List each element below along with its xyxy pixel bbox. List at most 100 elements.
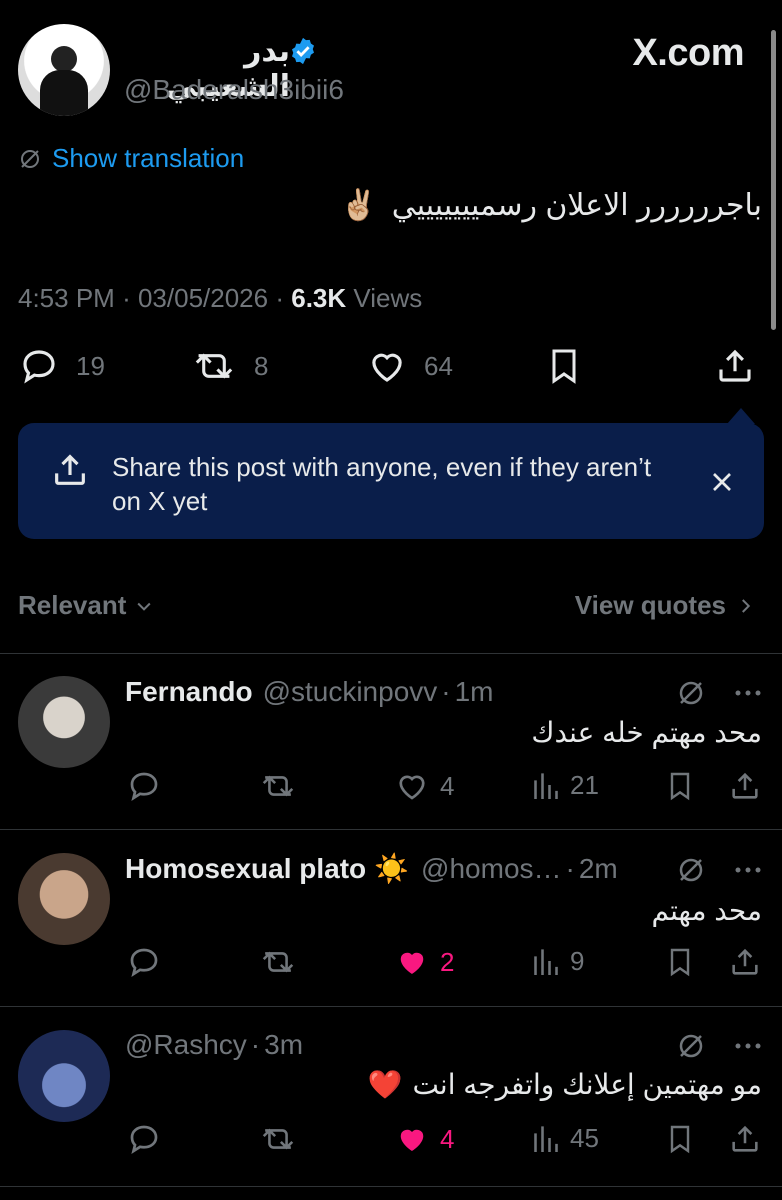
- reply-avatar[interactable]: [18, 1030, 110, 1122]
- tooltip-close-button[interactable]: [706, 466, 738, 498]
- reply-time[interactable]: 1m: [455, 676, 494, 708]
- meta-separator: ·: [275, 283, 285, 313]
- reply-avatar[interactable]: [18, 676, 110, 768]
- bookmark-icon: [664, 944, 696, 980]
- reply-share-button[interactable]: [728, 944, 762, 980]
- views-label: Views: [353, 283, 423, 313]
- views-count: 6.3K: [291, 283, 347, 313]
- translate-icon[interactable]: [676, 855, 706, 885]
- reply-bookmark-button[interactable]: [664, 1121, 696, 1157]
- heart-filled-icon: [394, 1121, 430, 1157]
- bookmark-icon: [544, 345, 584, 387]
- divider: [0, 829, 782, 830]
- reply-bookmark-button[interactable]: [664, 944, 696, 980]
- view-quotes-link[interactable]: View quotes: [575, 590, 754, 621]
- reply-like-button[interactable]: 2: [394, 944, 454, 980]
- reply-button[interactable]: 19: [18, 345, 105, 387]
- bookmark-button[interactable]: [544, 345, 584, 387]
- reply-views[interactable]: 21: [532, 768, 599, 802]
- meta-separator: ·: [122, 283, 131, 313]
- reply-like-count: 4: [440, 1123, 455, 1154]
- repost-button[interactable]: 8: [190, 345, 268, 387]
- meta-separator: ·: [250, 1029, 261, 1060]
- reply-top-icons: [676, 855, 762, 885]
- reply-icon: [126, 944, 162, 980]
- reply-reply-button[interactable]: [126, 944, 162, 980]
- view-quotes-label: View quotes: [574, 590, 726, 620]
- views-icon: [532, 1121, 560, 1155]
- tooltip-arrow: [727, 408, 755, 424]
- victory-hand-emoji: ✌🏼: [340, 189, 378, 222]
- reply-count: 19: [76, 350, 105, 381]
- reply-time[interactable]: 3m: [264, 1029, 303, 1061]
- like-button[interactable]: 64: [366, 345, 453, 387]
- verified-badge-icon: [288, 36, 318, 66]
- bookmark-icon: [664, 1121, 696, 1157]
- reply-repost-button[interactable]: [258, 768, 298, 804]
- reply-text: محد مهتم: [651, 894, 762, 927]
- tweet-date[interactable]: 03/05/2026: [138, 283, 268, 313]
- repost-icon: [190, 345, 238, 387]
- translate-icon[interactable]: [676, 1031, 706, 1061]
- reply-repost-button[interactable]: [258, 1121, 298, 1157]
- reply-handle[interactable]: @stuckinpovv: [263, 676, 438, 708]
- repost-icon: [258, 1121, 298, 1157]
- reply-like-button[interactable]: 4: [394, 1121, 454, 1157]
- divider: [0, 1006, 782, 1007]
- reply-top-icons: [676, 678, 762, 708]
- reply-top-icons: [676, 1031, 762, 1061]
- author-avatar[interactable]: [18, 24, 110, 116]
- heart-filled-icon: [394, 944, 430, 980]
- views-icon: [532, 768, 560, 802]
- reply-icon: [18, 345, 60, 387]
- bookmark-icon: [664, 768, 696, 804]
- reply-views[interactable]: 9: [532, 944, 584, 978]
- tweet-action-bar: 19 8 64: [18, 345, 752, 389]
- reply-header: @Rashcy · 3m: [125, 1029, 303, 1061]
- reply-body: محد مهتم خله عندك: [531, 717, 762, 748]
- reply-header: Homosexual plato ☀️ @homos… · 2m: [125, 852, 618, 885]
- tooltip-text: Share this post with anyone, even if the…: [112, 452, 652, 516]
- reply-reply-button[interactable]: [126, 768, 162, 804]
- share-icon: [728, 1121, 762, 1157]
- share-button[interactable]: [714, 345, 756, 387]
- meta-separator: ·: [441, 676, 451, 707]
- meta-separator: ·: [565, 852, 575, 884]
- repost-icon: [258, 944, 298, 980]
- reply-share-button[interactable]: [728, 768, 762, 804]
- author-handle[interactable]: @Baderalsh3ibii6: [124, 74, 344, 106]
- more-options-icon[interactable]: [734, 865, 762, 875]
- tweet-time[interactable]: 4:53 PM: [18, 283, 115, 313]
- share-icon: [728, 768, 762, 804]
- reply-like-button[interactable]: 4: [394, 768, 454, 804]
- reply-author-name[interactable]: Fernando: [125, 676, 253, 708]
- show-translation-button[interactable]: Show translation: [18, 143, 244, 174]
- reply-body: محد مهتم: [651, 895, 762, 926]
- reply-views[interactable]: 45: [532, 1121, 599, 1155]
- tweet-text: باجرررررر الاعلان رسميييييييي ✌🏼: [340, 188, 762, 223]
- reply-view-count: 45: [570, 1122, 599, 1153]
- scrollbar[interactable]: [771, 30, 776, 330]
- chevron-right-icon: [736, 596, 754, 616]
- reply-author-name[interactable]: Homosexual plato: [125, 853, 366, 885]
- share-icon: [728, 944, 762, 980]
- translate-icon[interactable]: [676, 678, 706, 708]
- reply-avatar[interactable]: [18, 853, 110, 945]
- reply-like-count: 2: [440, 946, 455, 977]
- reply-bookmark-button[interactable]: [664, 768, 696, 804]
- reply-handle[interactable]: @homos…: [421, 853, 561, 885]
- reply-icon: [126, 768, 162, 804]
- reply-like-count: 4: [440, 770, 455, 801]
- sort-dropdown[interactable]: Relevant: [18, 590, 154, 621]
- reply-handle[interactable]: @Rashcy: [125, 1029, 247, 1061]
- divider: [0, 1186, 782, 1187]
- reply-reply-button[interactable]: [126, 1121, 162, 1157]
- more-options-icon[interactable]: [734, 688, 762, 698]
- tweet-body: باجرررررر الاعلان رسميييييييي: [391, 189, 762, 222]
- more-options-icon[interactable]: [734, 1041, 762, 1051]
- reply-time[interactable]: 2m: [579, 853, 618, 885]
- reply-text: محد مهتم خله عندك: [531, 716, 762, 749]
- reply-repost-button[interactable]: [258, 944, 298, 980]
- sort-label: Relevant: [18, 590, 127, 620]
- reply-share-button[interactable]: [728, 1121, 762, 1157]
